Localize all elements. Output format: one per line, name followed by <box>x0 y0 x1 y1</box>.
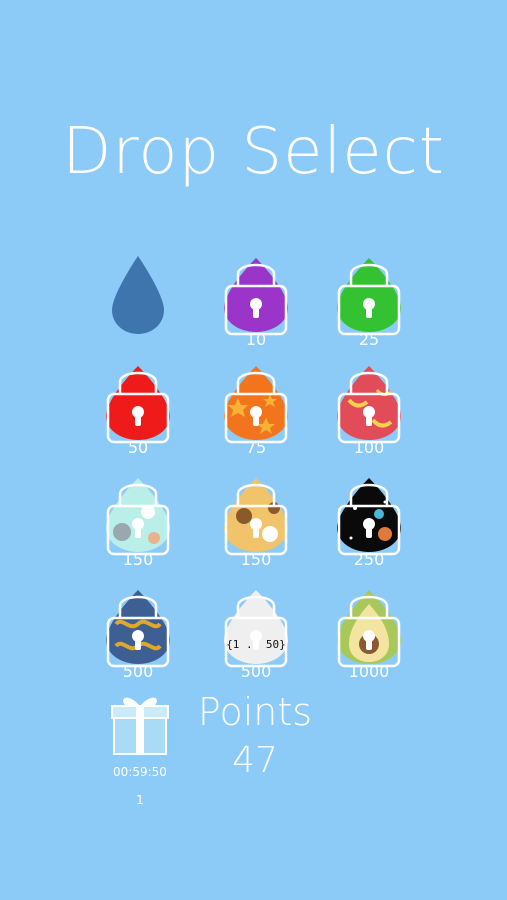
drop-price: 500 <box>240 662 272 681</box>
drop-option-infinity[interactable]: 500 <box>98 584 178 694</box>
locked-drop-icon <box>337 590 401 668</box>
locked-drop-icon <box>106 590 170 668</box>
drop-price: 1000 <box>348 662 390 681</box>
locked-drop-icon <box>106 478 170 556</box>
points-value: 47 <box>232 740 278 781</box>
gift-timer: 00:59:50 <box>113 765 167 779</box>
drop-option-blue[interactable] <box>98 252 178 362</box>
gift-count: 1 <box>136 793 144 807</box>
locked-drop-icon <box>224 258 288 336</box>
drop-price: 250 <box>353 550 385 569</box>
drop-option-red[interactable]: 50 <box>98 360 178 470</box>
locked-drop-icon <box>337 366 401 444</box>
locked-drop-icon <box>337 478 401 556</box>
drop-price: 25 <box>358 330 380 349</box>
drop-price: 50 <box>127 438 149 457</box>
drop-price: 500 <box>122 662 154 681</box>
drop-option-space[interactable]: 250 <box>329 472 409 582</box>
drop-option-dogs[interactable]: 150 <box>216 472 296 582</box>
gift-icon <box>111 697 169 755</box>
drop-price: 150 <box>240 550 272 569</box>
locked-drop-icon: {1 .. 50} <box>224 590 288 668</box>
drop-price: 10 <box>245 330 267 349</box>
drop-option-orange-stars[interactable]: 75 <box>216 360 296 470</box>
drop-option-purple[interactable]: 10 <box>216 252 296 362</box>
drop-option-code[interactable]: {1 .. 50} 500 <box>216 584 296 694</box>
drop-option-avocado[interactable]: 1000 <box>329 584 409 694</box>
drop-price: 100 <box>353 438 385 457</box>
locked-drop-icon <box>224 366 288 444</box>
page-title: Drop Select <box>62 115 445 189</box>
gift-button[interactable] <box>108 690 172 760</box>
locked-drop-icon <box>224 478 288 556</box>
drop-option-bananas[interactable]: 100 <box>329 360 409 470</box>
locked-drop-icon <box>337 258 401 336</box>
drop-option-green[interactable]: 25 <box>329 252 409 362</box>
drop-option-cats[interactable]: 150 <box>98 472 178 582</box>
drop-price: 75 <box>245 438 267 457</box>
drop-icon <box>112 256 164 334</box>
locked-drop-icon <box>106 366 170 444</box>
points-label: Points <box>197 690 313 734</box>
drop-price: 150 <box>122 550 154 569</box>
